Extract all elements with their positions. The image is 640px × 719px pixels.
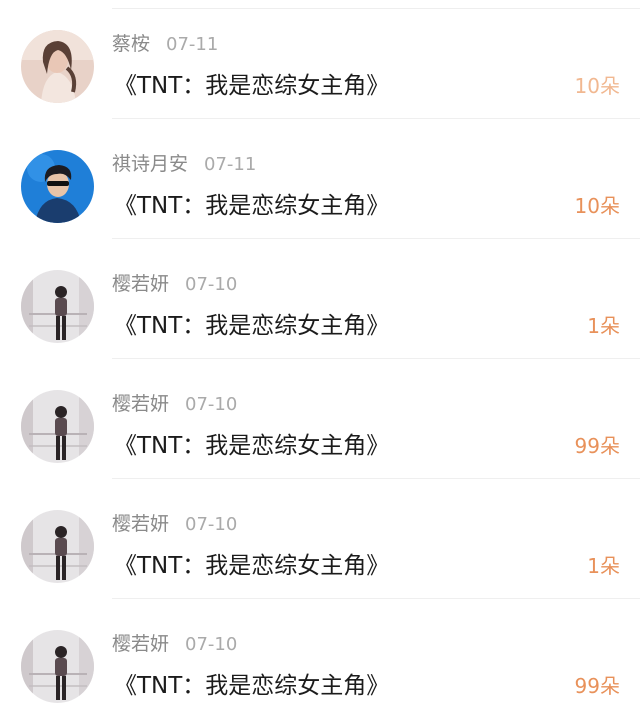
avatar[interactable] [21, 510, 94, 583]
avatar[interactable] [21, 150, 94, 223]
avatar[interactable] [21, 630, 94, 703]
gift-record-item[interactable]: 樱若妍 07-10 《TNT：我是恋综女主角》 99朵 [0, 599, 640, 719]
flower-count: 99朵 [574, 434, 620, 458]
gift-record-item[interactable]: 樱若妍 07-10 《TNT：我是恋综女主角》 99朵 [0, 359, 640, 479]
book-title[interactable]: 《TNT：我是恋综女主角》 [114, 429, 389, 463]
book-title[interactable]: 《TNT：我是恋综女主角》 [114, 669, 389, 703]
flower-count: 1朵 [587, 314, 620, 338]
item-meta: 樱若妍 07-10 [112, 509, 237, 539]
user-name[interactable]: 樱若妍 [112, 513, 169, 535]
item-meta: 樱若妍 07-10 [112, 629, 237, 659]
gift-date: 07-10 [185, 274, 238, 295]
flower-count: 10朵 [574, 74, 620, 98]
user-name[interactable]: 祺诗月安 [112, 153, 188, 175]
avatar[interactable] [21, 270, 94, 343]
item-meta: 樱若妍 07-10 [112, 389, 237, 419]
avatar[interactable] [21, 390, 94, 463]
gift-record-item[interactable]: 蔡桉 07-11 《TNT：我是恋综女主角》 10朵 [0, 0, 640, 119]
user-name[interactable]: 樱若妍 [112, 633, 169, 655]
book-title[interactable]: 《TNT：我是恋综女主角》 [114, 69, 389, 103]
user-name[interactable]: 樱若妍 [112, 393, 169, 415]
gift-date: 07-10 [185, 634, 238, 655]
item-meta: 樱若妍 07-10 [112, 269, 237, 299]
book-title[interactable]: 《TNT：我是恋综女主角》 [114, 309, 389, 343]
gift-date: 07-10 [185, 514, 238, 535]
gift-record-item[interactable]: 祺诗月安 07-11 《TNT：我是恋综女主角》 10朵 [0, 119, 640, 239]
book-title[interactable]: 《TNT：我是恋综女主角》 [114, 189, 389, 223]
gift-record-list: 蔡桉 07-11 《TNT：我是恋综女主角》 10朵 祺诗月安 07-11 《TNT… [0, 0, 640, 719]
avatar[interactable] [21, 30, 94, 103]
item-meta: 祺诗月安 07-11 [112, 149, 256, 179]
flower-count: 1朵 [587, 554, 620, 578]
user-name[interactable]: 樱若妍 [112, 273, 169, 295]
flower-count: 99朵 [574, 674, 620, 698]
item-meta: 蔡桉 07-11 [112, 29, 218, 59]
user-name[interactable]: 蔡桉 [112, 33, 150, 55]
gift-date: 07-10 [185, 394, 238, 415]
gift-record-item[interactable]: 樱若妍 07-10 《TNT：我是恋综女主角》 1朵 [0, 239, 640, 359]
gift-date: 07-11 [166, 34, 219, 55]
gift-record-item[interactable]: 樱若妍 07-10 《TNT：我是恋综女主角》 1朵 [0, 479, 640, 599]
gift-date: 07-11 [204, 154, 257, 175]
book-title[interactable]: 《TNT：我是恋综女主角》 [114, 549, 389, 583]
flower-count: 10朵 [574, 194, 620, 218]
